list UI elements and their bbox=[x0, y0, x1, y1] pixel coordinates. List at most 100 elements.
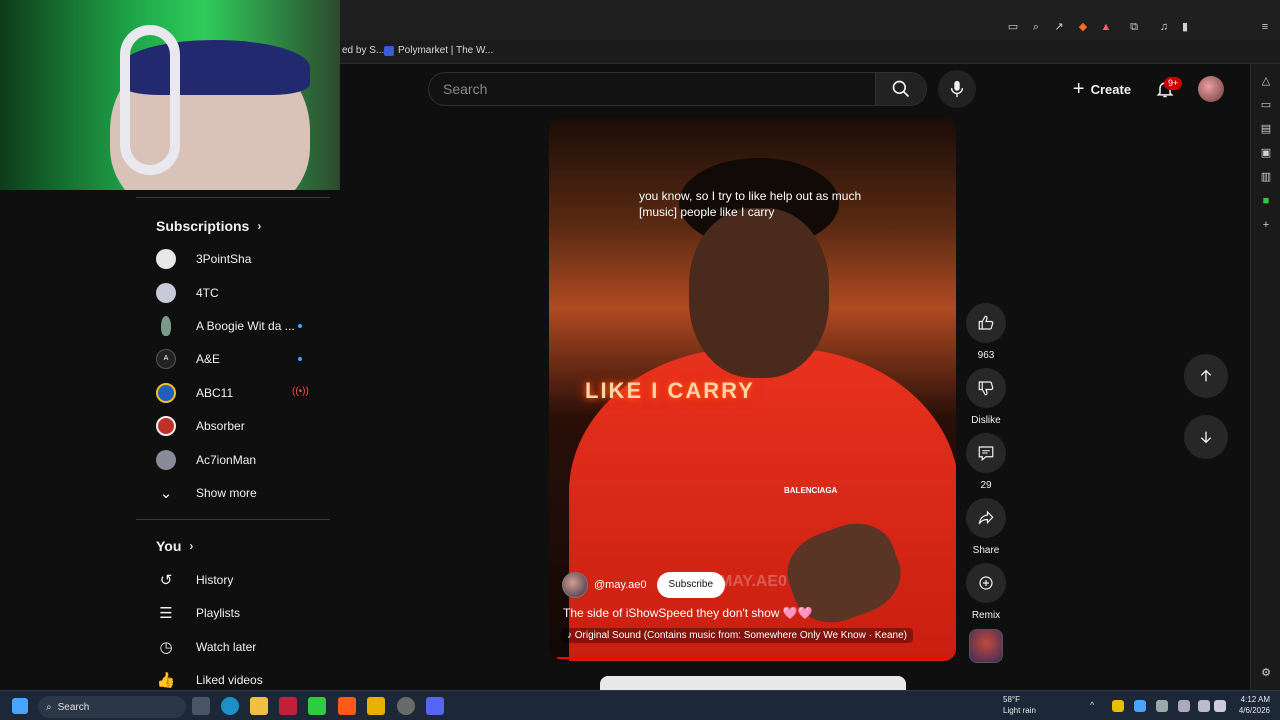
windows-start-icon[interactable] bbox=[12, 698, 28, 714]
adobe-icon[interactable] bbox=[279, 697, 297, 715]
sound-link[interactable]: ♪ Original Sound (Contains music from: S… bbox=[561, 628, 913, 643]
subscription-item[interactable]: 4TC bbox=[156, 276, 330, 310]
avatar[interactable] bbox=[1198, 76, 1224, 102]
tv-icon[interactable]: ▭ bbox=[1259, 98, 1273, 112]
obs-icon[interactable] bbox=[397, 697, 415, 715]
reading-list-icon[interactable]: ▥ bbox=[1259, 170, 1273, 184]
bookmarks-icon[interactable]: ▣ bbox=[1259, 146, 1273, 160]
comments-button[interactable] bbox=[966, 433, 1006, 473]
video-title[interactable]: The side of iShowSpeed they don't show 🩷… bbox=[563, 606, 813, 620]
subscription-item[interactable]: ABC11 ((•)) bbox=[156, 376, 330, 410]
playlists-item[interactable]: ☰ Playlists bbox=[156, 596, 330, 630]
zoom-icon[interactable]: ⌕ bbox=[1029, 20, 1043, 34]
arrow-down-icon bbox=[1200, 431, 1212, 444]
windows-taskbar: ⌕ Search 58°F Light rain ^ 4:12 AM 4/6/2… bbox=[0, 690, 1280, 720]
bookmark-item[interactable]: Polymarket | The W... bbox=[384, 45, 493, 56]
bookmark-item[interactable]: ed by S... bbox=[342, 45, 384, 56]
share-button[interactable] bbox=[966, 498, 1006, 538]
menu-icon[interactable]: ≡ bbox=[1258, 20, 1272, 34]
tray-app-icon[interactable] bbox=[1134, 700, 1146, 712]
taskbar-search[interactable]: ⌕ Search bbox=[38, 696, 186, 718]
rockstar-icon[interactable] bbox=[367, 697, 385, 715]
subscription-item[interactable]: 3PointSha bbox=[156, 242, 330, 276]
next-short-button[interactable] bbox=[1184, 415, 1228, 459]
display-icon[interactable] bbox=[1198, 700, 1210, 712]
settings-gear-icon[interactable]: ⚙ bbox=[1259, 666, 1273, 680]
watch-later-item[interactable]: ◷ Watch later bbox=[156, 630, 330, 664]
watch-later-icon: ◷ bbox=[159, 639, 173, 656]
add-panel-icon[interactable]: + bbox=[1259, 218, 1273, 232]
you-heading[interactable]: You › bbox=[156, 538, 193, 554]
previous-short-button[interactable] bbox=[1184, 354, 1228, 398]
remix-button[interactable] bbox=[966, 563, 1006, 603]
weather-widget[interactable]: 58°F Light rain bbox=[985, 694, 1036, 716]
history-item[interactable]: ↺ History bbox=[156, 563, 330, 597]
extensions-icon[interactable]: ⧉ bbox=[1127, 20, 1141, 34]
sound-thumbnail[interactable] bbox=[969, 629, 1003, 663]
video-caption: you know, so I try to like help out as m… bbox=[639, 189, 862, 219]
show-more-button[interactable]: ⌄ Show more bbox=[156, 476, 330, 510]
channel-avatar bbox=[156, 249, 176, 269]
history-icon: ↺ bbox=[159, 572, 173, 589]
leo-icon[interactable]: △ bbox=[1259, 74, 1273, 88]
tray-app-icon[interactable] bbox=[1112, 700, 1124, 712]
channel-row: @may.ae0 Subscribe bbox=[562, 572, 726, 598]
edge-icon[interactable] bbox=[221, 697, 239, 715]
chevron-right-icon: › bbox=[189, 539, 194, 553]
search-icon: ⌕ bbox=[46, 701, 52, 713]
divider bbox=[136, 519, 330, 520]
cast-icon[interactable]: ▭ bbox=[1006, 20, 1020, 34]
microphone-icon[interactable] bbox=[1156, 700, 1168, 712]
dislike-action: Dislike bbox=[966, 368, 1006, 426]
channel-avatar bbox=[156, 383, 176, 403]
like-button[interactable] bbox=[966, 303, 1006, 343]
short-video-player[interactable]: BALENCIAGA you know, so I try to like he… bbox=[549, 118, 956, 661]
subscriptions-heading[interactable]: Subscriptions › bbox=[156, 218, 261, 234]
create-button[interactable]: + Create bbox=[1060, 72, 1144, 106]
brave-shield-icon[interactable]: ◆ bbox=[1076, 20, 1090, 34]
kick-app-icon[interactable] bbox=[308, 697, 326, 715]
video-progress-bar[interactable] bbox=[557, 657, 949, 659]
volume-icon[interactable] bbox=[1214, 700, 1226, 712]
chevron-right-icon: › bbox=[257, 219, 262, 233]
video-overlay-text: LIKE I CARRY bbox=[585, 378, 755, 403]
channel-avatar bbox=[156, 416, 176, 436]
thumbs-down-icon bbox=[978, 381, 994, 396]
comment-icon bbox=[978, 446, 994, 461]
chevron-up-icon[interactable]: ^ bbox=[1090, 700, 1102, 712]
wallet-icon[interactable]: ▤ bbox=[1259, 122, 1273, 136]
liked-videos-icon: 👍 bbox=[156, 672, 176, 689]
subscription-item[interactable]: Absorber bbox=[156, 409, 330, 443]
rewards-icon[interactable]: ▲ bbox=[1099, 20, 1113, 34]
media-icon[interactable]: ♫ bbox=[1157, 20, 1171, 34]
search-icon bbox=[892, 80, 910, 98]
hoodie-logo: BALENCIAGA bbox=[784, 486, 838, 495]
brave-icon[interactable] bbox=[338, 697, 356, 715]
subscription-item[interactable]: A A&E bbox=[156, 342, 330, 376]
share-page-icon[interactable]: ↗ bbox=[1052, 20, 1066, 34]
subscription-item[interactable]: Ac7ionMan bbox=[156, 443, 330, 477]
channel-avatar[interactable] bbox=[562, 572, 588, 598]
voice-search-button[interactable] bbox=[938, 70, 976, 108]
subscribe-button[interactable]: Subscribe bbox=[656, 572, 726, 598]
channel-avatar bbox=[156, 283, 176, 303]
next-short-preview[interactable] bbox=[600, 676, 906, 690]
sidebar-toggle-icon[interactable]: ▮ bbox=[1178, 20, 1192, 34]
channel-name[interactable]: @may.ae0 bbox=[594, 579, 647, 591]
file-explorer-icon[interactable] bbox=[250, 697, 268, 715]
polymarket-icon bbox=[384, 45, 394, 56]
discord-icon[interactable] bbox=[426, 697, 444, 715]
kick-icon[interactable]: ■ bbox=[1259, 194, 1273, 208]
search-input[interactable]: Search bbox=[428, 72, 876, 106]
headphones bbox=[120, 25, 180, 175]
new-content-dot bbox=[298, 324, 302, 328]
taskbar-clock[interactable]: 4:12 AM 4/6/2026 bbox=[1226, 694, 1270, 716]
playlists-icon: ☰ bbox=[159, 605, 173, 622]
task-view-icon[interactable] bbox=[192, 697, 210, 715]
network-icon[interactable] bbox=[1178, 700, 1190, 712]
webcam-overlay bbox=[0, 0, 340, 190]
search-button[interactable] bbox=[875, 72, 927, 106]
dislike-button[interactable] bbox=[966, 368, 1006, 408]
subscription-item[interactable]: A Boogie Wit da ... bbox=[156, 309, 330, 343]
live-icon: ((•)) bbox=[292, 386, 309, 397]
